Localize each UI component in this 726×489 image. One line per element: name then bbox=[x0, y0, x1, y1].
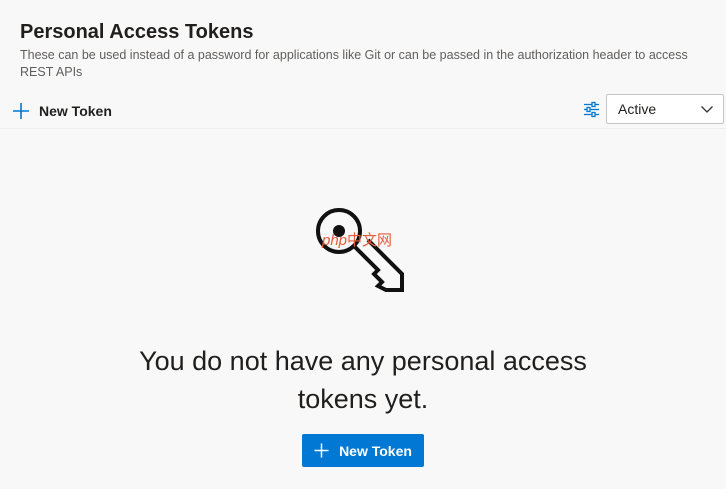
page-header: Personal Access Tokens These can be used… bbox=[20, 18, 715, 81]
key-icon bbox=[316, 208, 404, 292]
toolbar: New Token Active bbox=[0, 92, 726, 129]
chevron-down-icon bbox=[701, 106, 713, 113]
empty-state-message: You do not have any personal access toke… bbox=[139, 346, 587, 414]
watermark-php-text: php bbox=[322, 232, 348, 249]
new-token-button-label: New Token bbox=[339, 442, 412, 459]
filter-icon[interactable] bbox=[583, 101, 600, 118]
new-token-button[interactable]: New Token bbox=[302, 434, 424, 467]
watermark-cn-text: 中文网 bbox=[347, 232, 393, 249]
status-filter-dropdown[interactable]: Active bbox=[606, 94, 724, 124]
plus-icon bbox=[13, 103, 29, 119]
status-filter-value: Active bbox=[618, 101, 657, 117]
page-title: Personal Access Tokens bbox=[20, 21, 254, 43]
page-description: These can be used instead of a password … bbox=[20, 48, 688, 79]
new-token-toolbar-button[interactable]: New Token bbox=[12, 100, 112, 122]
new-token-toolbar-label: New Token bbox=[39, 103, 112, 119]
personal-access-tokens-page: Personal Access Tokens These can be used… bbox=[0, 0, 726, 489]
watermark-logo: php中文网 bbox=[322, 232, 392, 250]
plus-icon bbox=[314, 443, 329, 458]
